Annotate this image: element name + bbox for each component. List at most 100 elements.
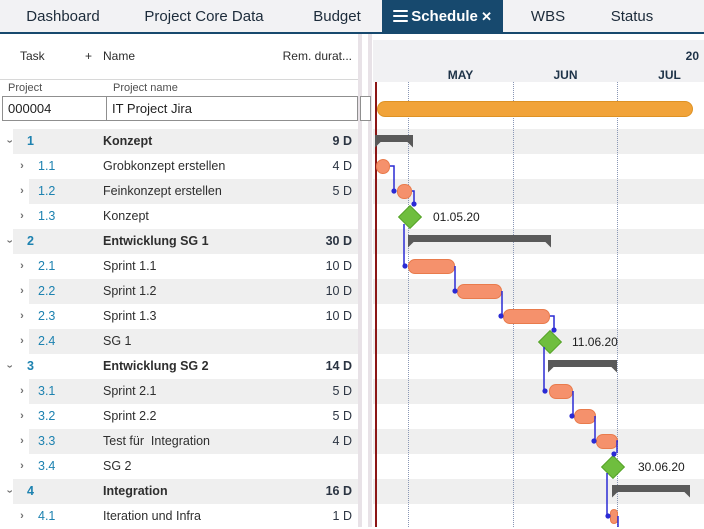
summary-bar-left-cap [548,359,554,373]
chevron-right-icon[interactable]: › [17,286,27,297]
task-bar[interactable] [397,184,412,199]
table-row[interactable]: › 3.2 Sprint 2.2 5 D [0,404,358,429]
tab-project-core-data[interactable]: Project Core Data [134,0,274,32]
project-bar[interactable] [377,101,693,117]
table-row[interactable]: › 2.4 SG 1 [0,329,358,354]
row-highlight [29,254,358,279]
summary-bar[interactable] [548,359,617,373]
row-highlight [29,304,358,329]
chevron-right-icon[interactable]: › [17,336,27,347]
add-column-button[interactable]: + [85,34,92,79]
table-row[interactable]: › 1.1 Grobkonzept erstellen 4 D [0,154,358,179]
chevron-down-icon[interactable]: › [4,487,16,497]
tab-dashboard[interactable]: Dashboard [18,0,108,32]
table-row[interactable]: › 1.3 Konzept [0,204,358,229]
column-header-task: Task [20,49,45,63]
task-id: 2 [27,234,34,248]
chevron-down-icon[interactable]: › [4,237,16,247]
chevron-right-icon[interactable]: › [17,461,27,472]
chevron-right-icon[interactable]: › [17,261,27,272]
task-duration: 4 D [332,434,352,448]
task-duration: 5 D [332,384,352,398]
month-gridline [408,82,409,527]
task-duration: 4 D [332,159,352,173]
summary-bar[interactable] [375,134,413,148]
dependency-dot [402,263,408,269]
month-gridline [513,82,514,527]
chevron-right-icon[interactable]: › [17,436,27,447]
dependency-line [550,315,555,330]
chevron-right-icon[interactable]: › [17,211,27,222]
table-row[interactable]: › 4.1 Iteration und Infra 1 D [0,504,358,529]
chevron-down-icon[interactable]: › [4,137,16,147]
task-id: 1.2 [38,184,56,198]
chevron-right-icon[interactable]: › [17,311,27,322]
task-id: 4 [27,484,34,498]
task-name: Sprint 1.3 [103,309,157,323]
summary-bar-left-cap [375,134,381,148]
tab-budget[interactable]: Budget [297,0,377,32]
task-bar[interactable] [408,259,455,274]
table-row[interactable]: › 4 Integration 16 D [0,479,358,504]
milestone-diamond[interactable] [600,454,626,479]
milestone-diamond[interactable] [397,204,423,229]
row-highlight [29,379,358,404]
chevron-right-icon[interactable]: › [17,161,27,172]
task-name: Test für Integration [103,434,211,448]
row-highlight [29,279,358,304]
table-row[interactable]: › 3.1 Sprint 2.1 5 D [0,379,358,404]
task-duration: 16 D [325,484,352,498]
chevron-right-icon[interactable]: › [17,386,27,397]
gantt-row-stripe [373,129,704,154]
tab-wbs[interactable]: WBS [518,0,578,32]
table-row[interactable]: › 2.1 Sprint 1.1 10 D [0,254,358,279]
task-name: Integration [103,484,168,498]
task-id: 3.2 [38,409,56,423]
column-header-duration: Rem. durat... [282,49,352,63]
chevron-right-icon[interactable]: › [17,186,27,197]
task-bar[interactable] [503,309,550,324]
table-row[interactable]: › 3.4 SG 2 [0,454,358,479]
close-icon[interactable]: ✕ [481,10,492,23]
milestone-date-label: 30.06.20 [638,459,685,474]
table-row[interactable]: › 2.3 Sprint 1.3 10 D [0,304,358,329]
chevron-down-icon[interactable]: › [4,362,16,372]
task-duration: 1 D [332,509,352,523]
task-bar[interactable] [610,509,618,524]
task-id: 1 [27,134,34,148]
row-highlight [29,404,358,429]
task-bar[interactable] [457,284,502,299]
task-name: Sprint 1.2 [103,284,157,298]
task-bar[interactable] [574,409,596,424]
chevron-right-icon[interactable]: › [17,511,27,522]
table-row[interactable]: › 3 Entwicklung SG 2 14 D [0,354,358,379]
milestone-date-label: 11.06.20 [572,334,618,349]
task-bar[interactable] [376,159,390,174]
tab-schedule[interactable]: Schedule ✕ [382,0,503,32]
task-name: SG 1 [103,334,132,348]
table-row[interactable]: › 1 Konzept 9 D [0,129,358,154]
tab-schedule-label: Schedule [411,7,478,25]
summary-bar-left-cap [408,234,414,248]
panel-splitter[interactable] [358,34,373,527]
table-row[interactable]: › 2.2 Sprint 1.2 10 D [0,279,358,304]
task-bar[interactable] [596,434,618,449]
table-row[interactable]: › 2 Entwicklung SG 1 30 D [0,229,358,254]
project-id-input[interactable] [2,96,107,121]
summary-bar[interactable] [612,484,690,498]
summary-bar[interactable] [408,234,551,248]
table-row[interactable]: › 3.3 Test für Integration 4 D [0,429,358,454]
project-name-input[interactable] [106,96,358,121]
task-duration: 10 D [325,309,352,323]
table-row[interactable]: › 1.2 Feinkonzept erstellen 5 D [0,179,358,204]
task-name: Konzept [103,209,149,223]
menu-icon[interactable] [393,10,408,22]
gantt-row-stripe [373,279,704,304]
task-name: Iteration und Infra [103,509,201,523]
tab-status[interactable]: Status [602,0,662,32]
clipped-input-fragment [360,96,371,121]
task-bar[interactable] [549,384,573,399]
month-label: JUL [658,68,681,82]
year-label: 20 [685,49,699,63]
chevron-right-icon[interactable]: › [17,411,27,422]
